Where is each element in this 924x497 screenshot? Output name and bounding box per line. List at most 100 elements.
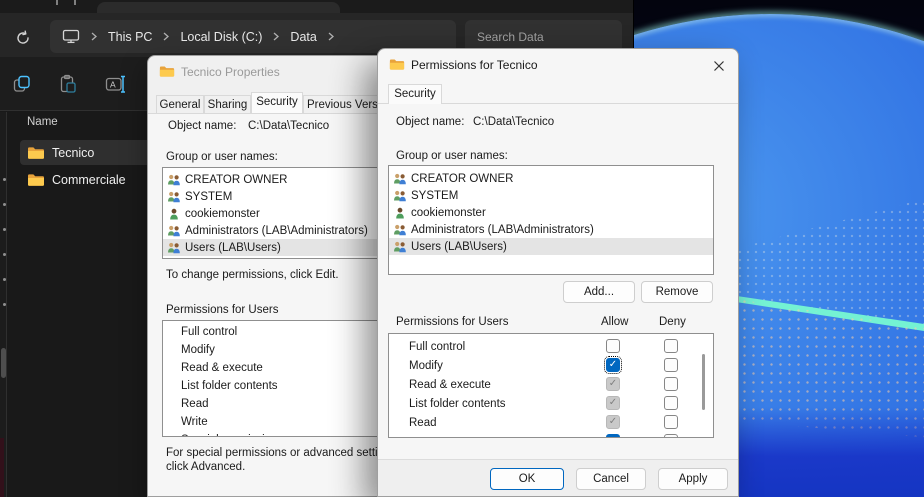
allow-checkbox-list-folder[interactable]: ✓ [606, 396, 620, 410]
chevron-right-icon [91, 32, 97, 41]
group-name: Users (LAB\Users) [411, 241, 507, 253]
deny-checkbox-list-folder[interactable] [664, 396, 678, 410]
dual-person-icon [167, 174, 181, 186]
cancel-button[interactable]: Cancel [576, 468, 646, 490]
dialog-title-bar[interactable]: Permissions for Tecnico [378, 49, 738, 81]
tab-icon-fragment [56, 0, 76, 5]
group-name: Administrators (LAB\Administrators) [411, 224, 594, 236]
group-row[interactable]: CREATOR OWNER [389, 170, 713, 187]
column-header-name[interactable]: Name [27, 116, 58, 128]
folder-icon [27, 146, 45, 160]
permission-item[interactable]: Modify [181, 344, 215, 356]
advanced-hint-line1: For special permissions or advanced sett… [166, 447, 399, 459]
object-name-value: C:\Data\Tecnico [248, 120, 329, 132]
svg-text:A: A [110, 80, 116, 90]
tab-security[interactable]: Security [251, 92, 303, 113]
dual-person-icon [393, 241, 407, 253]
tab-general[interactable]: General [156, 95, 204, 113]
folder-icon [159, 65, 175, 78]
deny-checkbox-write-partial[interactable] [664, 434, 678, 438]
allow-checkbox-modify[interactable]: ✓ [606, 358, 620, 372]
person-icon [167, 208, 181, 220]
permission-name: Read & execute [409, 379, 491, 391]
groups-label: Group or user names: [396, 150, 508, 162]
deny-checkbox-modify[interactable] [664, 358, 678, 372]
tab-sharing[interactable]: Sharing [204, 95, 251, 113]
allow-header: Allow [601, 316, 628, 328]
group-row-selected[interactable]: Users (LAB\Users) [389, 238, 713, 255]
folder-icon [389, 58, 405, 71]
group-row[interactable]: cookiemonster [389, 204, 713, 221]
permission-name: List folder contents [409, 398, 506, 410]
groups-listbox[interactable]: CREATOR OWNER SYSTEM cookiemonster Admin… [388, 165, 714, 275]
dual-person-icon [167, 191, 181, 203]
apply-button[interactable]: Apply [658, 468, 728, 490]
permissions-label: Permissions for Users [166, 304, 278, 316]
breadcrumb-local-disk[interactable]: Local Disk (C:) [180, 30, 262, 44]
group-name: cookiemonster [411, 207, 486, 219]
permission-item[interactable]: Write [181, 416, 208, 428]
dual-person-icon [393, 173, 407, 185]
tab-security[interactable]: Security [388, 84, 442, 104]
permission-item[interactable]: Read & execute [181, 362, 263, 374]
tree-bullet [3, 303, 6, 306]
permissions-checklist[interactable]: Full control Modify ✓ Read & execute ✓ L… [388, 333, 714, 438]
group-name: SYSTEM [411, 190, 458, 202]
close-icon [713, 60, 725, 72]
permission-name: Full control [409, 341, 465, 353]
edit-hint: To change permissions, click Edit. [166, 269, 339, 281]
permission-item[interactable]: Full control [181, 326, 237, 338]
group-row[interactable]: Administrators (LAB\Administrators) [389, 221, 713, 238]
dialog-title: Tecnico Properties [181, 65, 280, 79]
permission-item-partial[interactable]: Special permissions [181, 434, 283, 437]
close-button[interactable] [710, 57, 728, 75]
rename-button[interactable]: A [105, 73, 127, 95]
group-name: Users (LAB\Users) [185, 242, 281, 254]
explorer-tab-bar [0, 0, 633, 13]
paste-button[interactable] [57, 73, 79, 95]
tree-bullet [3, 203, 6, 206]
scrollbar-thumb[interactable] [702, 354, 705, 410]
dual-person-icon [393, 190, 407, 202]
breadcrumb-this-pc[interactable]: This PC [108, 30, 152, 44]
deny-checkbox-full-control[interactable] [664, 339, 678, 353]
permissions-label: Permissions for Users [396, 316, 508, 328]
deny-checkbox-read-execute[interactable] [664, 377, 678, 391]
deny-header: Deny [659, 316, 686, 328]
remove-button[interactable]: Remove [641, 281, 713, 303]
breadcrumb-data[interactable]: Data [290, 30, 316, 44]
refresh-button[interactable] [12, 27, 34, 49]
group-row[interactable]: SYSTEM [389, 187, 713, 204]
permission-item[interactable]: Read [181, 398, 209, 410]
chevron-right-icon [163, 32, 169, 41]
deny-checkbox-read[interactable] [664, 415, 678, 429]
groups-label: Group or user names: [166, 151, 278, 163]
scrollbar-thumb[interactable] [1, 348, 6, 378]
folder-icon [27, 173, 45, 187]
explorer-active-tab[interactable] [97, 2, 340, 13]
group-name: cookiemonster [185, 208, 260, 220]
group-name: SYSTEM [185, 191, 232, 203]
copy-button[interactable] [11, 73, 33, 95]
search-input[interactable] [477, 30, 632, 44]
monitor-icon [62, 29, 80, 44]
allow-checkbox-read-execute[interactable]: ✓ [606, 377, 620, 391]
group-name: CREATOR OWNER [411, 173, 513, 185]
tree-bullet [3, 278, 6, 281]
dialog-title: Permissions for Tecnico [411, 58, 538, 72]
permission-item[interactable]: List folder contents [181, 380, 278, 392]
allow-checkbox-full-control[interactable] [606, 339, 620, 353]
navigation-pane-sliver [0, 112, 7, 497]
permissions-for-tecnico-dialog: Permissions for Tecnico Security Object … [377, 48, 739, 497]
add-button[interactable]: Add... [563, 281, 635, 303]
file-name: Tecnico [52, 146, 94, 160]
desktop-screen: This PC Local Disk (C:) Data [0, 0, 924, 497]
allow-checkbox-read[interactable]: ✓ [606, 415, 620, 429]
ok-button[interactable]: OK [490, 468, 564, 490]
edge-accent-strip [0, 438, 4, 497]
object-name-label: Object name: [168, 120, 236, 132]
permission-name: Modify [409, 360, 443, 372]
security-tab-page: Object name: C:\Data\Tecnico Group or us… [378, 103, 738, 459]
allow-checkbox-write-partial[interactable] [606, 434, 620, 438]
tree-bullet [3, 228, 6, 231]
